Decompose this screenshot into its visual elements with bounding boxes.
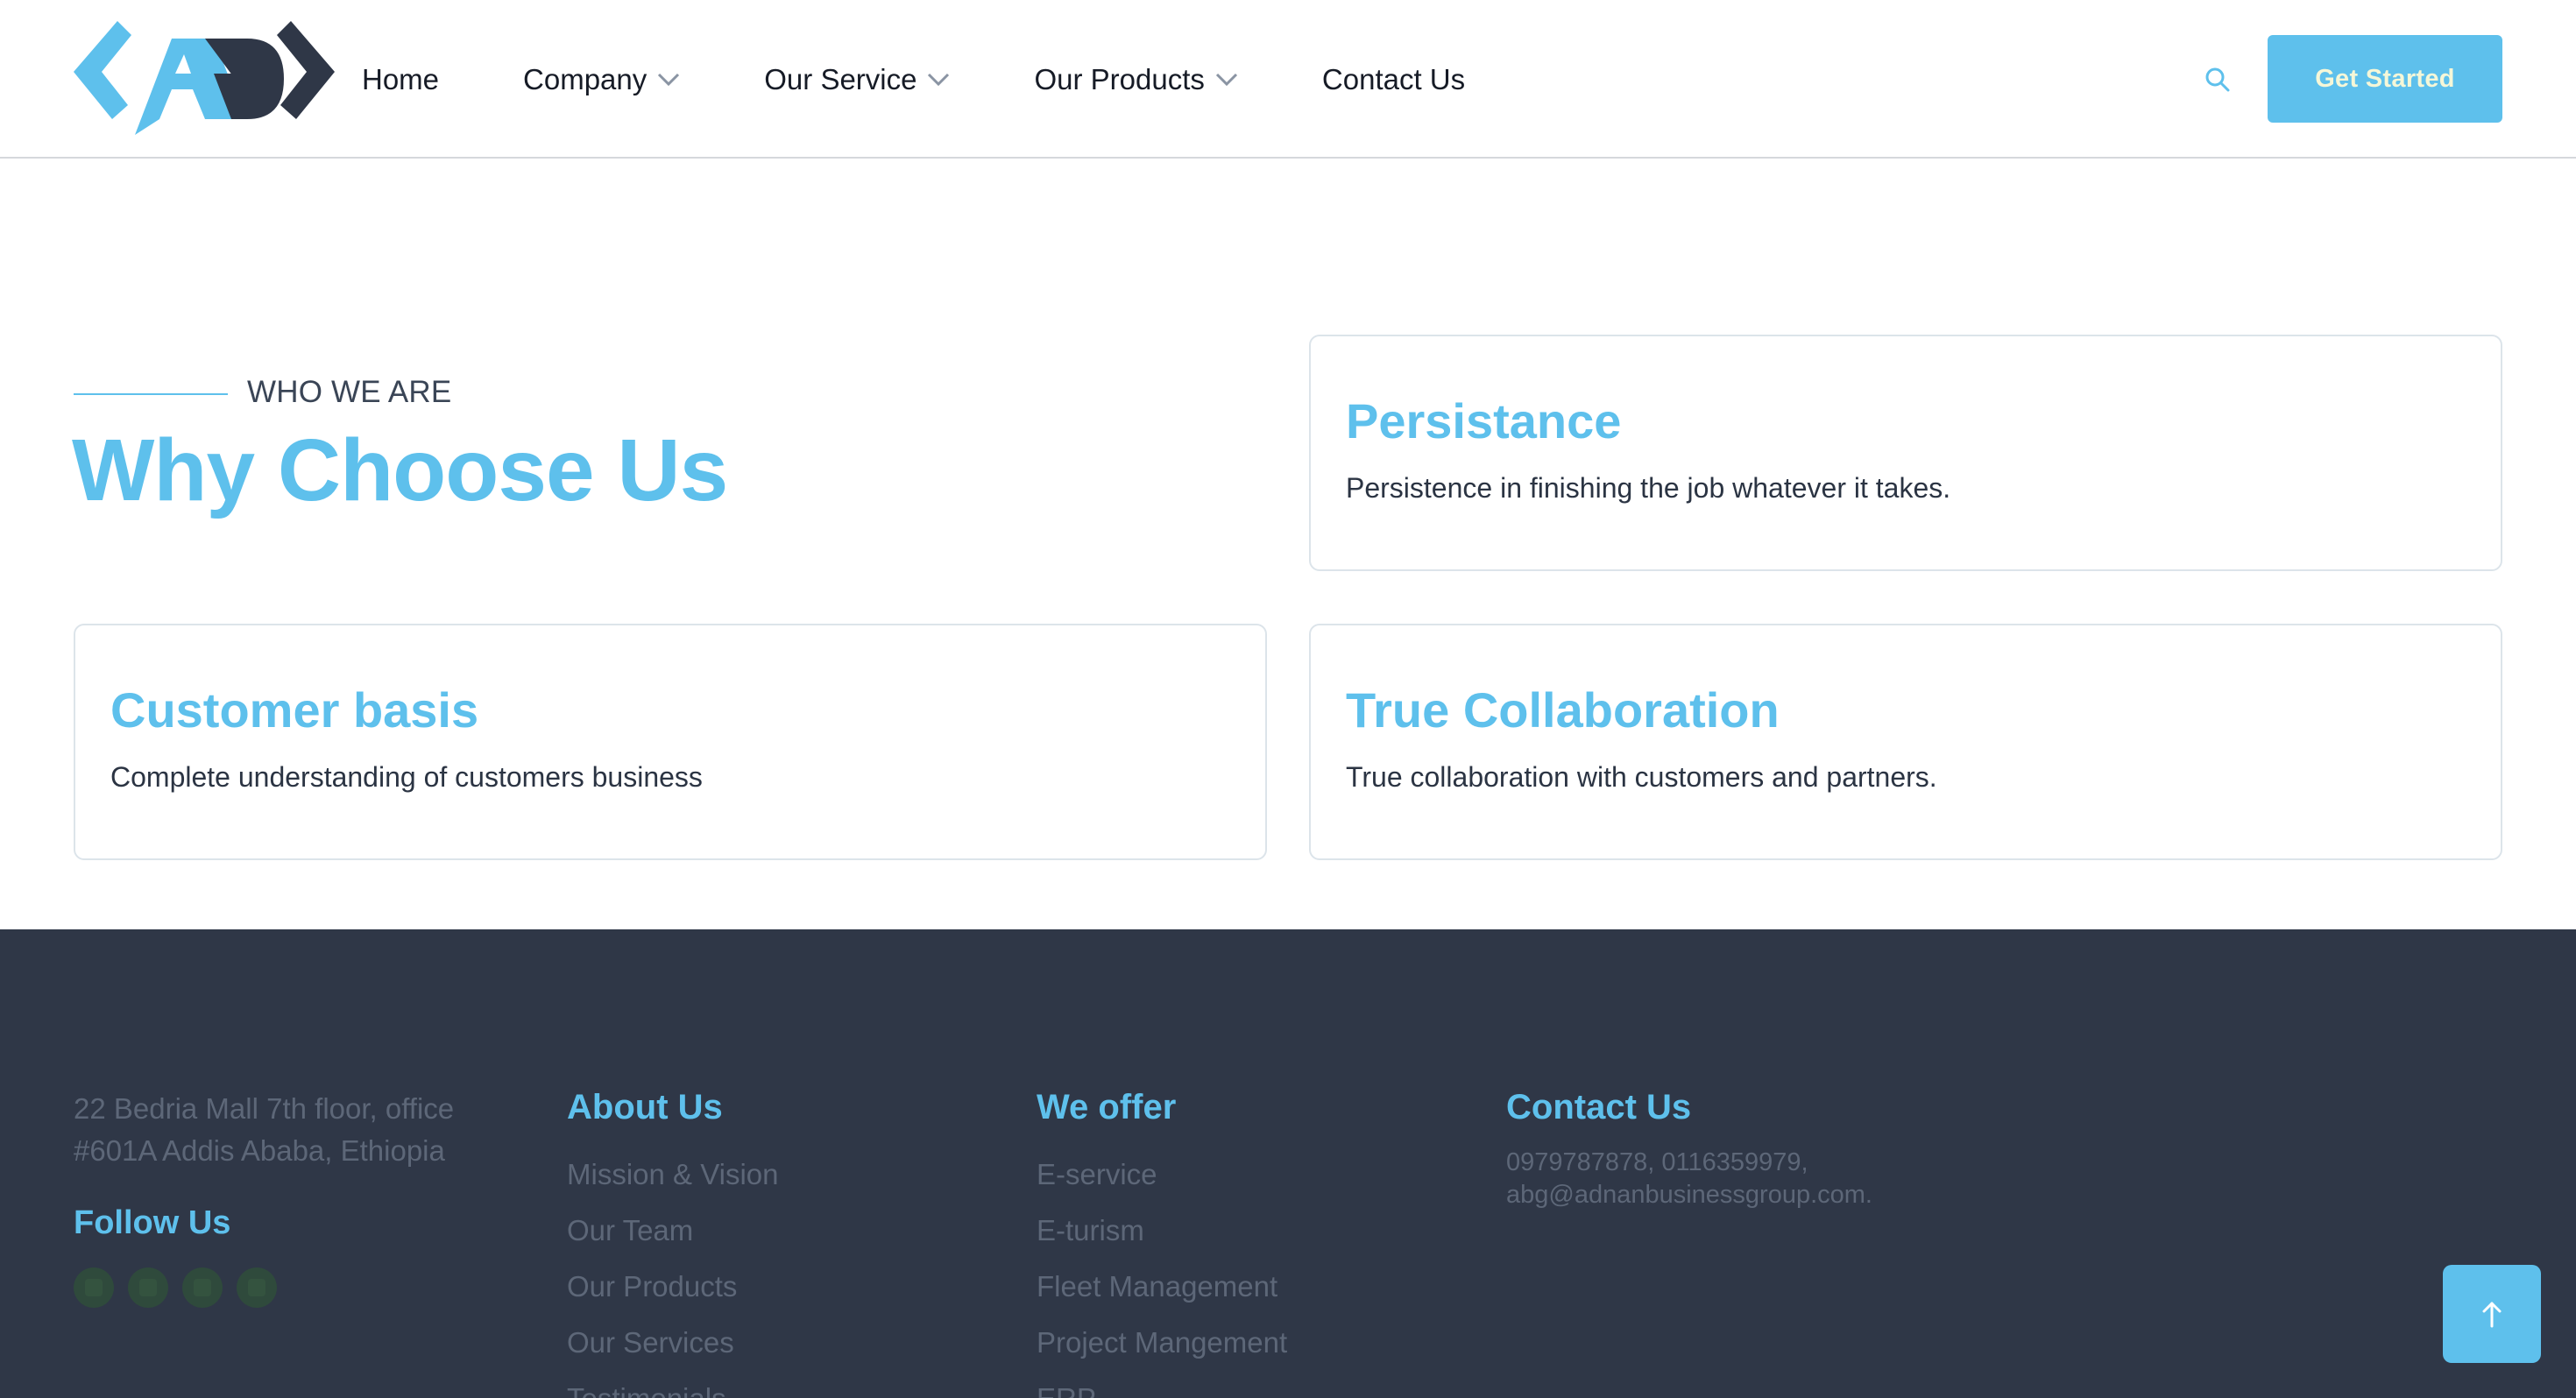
- nav-contact-us[interactable]: Contact Us: [1322, 63, 1465, 96]
- nav-company[interactable]: Company: [523, 63, 680, 96]
- nav-home-label: Home: [362, 62, 440, 95]
- feature-card-persistance: Persistance Persistence in finishing the…: [1309, 335, 2502, 571]
- company-logo[interactable]: [74, 21, 335, 137]
- contact-phones: 0979787878, 0116359979,: [1506, 1148, 1808, 1176]
- chevron-down-icon: [658, 73, 680, 86]
- nav-company-label: Company: [523, 62, 648, 95]
- site-header: Home Company Our Service Our Products Co…: [0, 0, 2576, 159]
- footer-link[interactable]: ERP: [1037, 1371, 1287, 1398]
- nav-contact-us-label: Contact Us: [1321, 62, 1466, 95]
- footer-address: 22 Bedria Mall 7th floor, office #601A A…: [74, 1088, 529, 1172]
- scroll-to-top-button[interactable]: [2443, 1265, 2541, 1363]
- feature-card-text: Complete understanding of customers busi…: [110, 761, 703, 793]
- footer-offer-title: We offer: [1037, 1088, 1177, 1126]
- social-links: [74, 1267, 291, 1308]
- footer-link[interactable]: Our Services: [567, 1315, 779, 1371]
- feature-card-text: True collaboration with customers and pa…: [1346, 761, 1937, 793]
- section-title: Why Choose Us: [72, 421, 728, 519]
- footer-column-contact: Contact Us 0979787878, 0116359979, abg@a…: [1506, 1088, 1872, 1211]
- follow-us-title: Follow Us: [74, 1204, 231, 1241]
- footer-column-offer: We offer E-service E-turism Fleet Manage…: [1037, 1088, 1287, 1398]
- feature-card-title: Persistance: [1346, 393, 1622, 448]
- footer-link[interactable]: Testimonials: [567, 1371, 779, 1398]
- feature-card-title: True Collaboration: [1346, 682, 1780, 738]
- chevron-down-icon: [928, 73, 950, 86]
- footer-link[interactable]: E-turism: [1037, 1203, 1287, 1259]
- site-footer: 22 Bedria Mall 7th floor, office #601A A…: [0, 929, 2576, 1398]
- search-icon[interactable]: [2203, 65, 2233, 95]
- eyebrow-divider: [74, 393, 228, 395]
- chevron-down-icon: [1215, 73, 1237, 86]
- nav-our-service-label: Our Service: [764, 62, 917, 95]
- footer-link[interactable]: Mission & Vision: [567, 1147, 779, 1203]
- main-nav: Home Company Our Service Our Products Co…: [362, 0, 1549, 159]
- linkedin-icon[interactable]: [237, 1267, 277, 1308]
- nav-home[interactable]: Home: [362, 63, 439, 96]
- footer-contact-title: Contact Us: [1506, 1088, 1692, 1126]
- footer-link[interactable]: Our Team: [567, 1203, 779, 1259]
- footer-link[interactable]: Our Products: [567, 1259, 779, 1315]
- address-line-1: 22 Bedria Mall 7th floor, office: [74, 1092, 455, 1125]
- footer-link[interactable]: Project Mangement: [1037, 1315, 1287, 1371]
- footer-column-about: About Us Mission & Vision Our Team Our P…: [567, 1088, 779, 1398]
- facebook-icon[interactable]: [74, 1267, 114, 1308]
- footer-link[interactable]: Fleet Management: [1037, 1259, 1287, 1315]
- contact-email[interactable]: abg@adnanbusinessgroup.com.: [1506, 1179, 1872, 1211]
- arrow-up-icon: [2482, 1302, 2502, 1328]
- footer-link[interactable]: E-service: [1037, 1147, 1287, 1203]
- twitter-icon[interactable]: [128, 1267, 168, 1308]
- feature-card-title: Customer basis: [110, 682, 479, 738]
- nav-our-service[interactable]: Our Service: [764, 63, 950, 96]
- feature-card-text: Persistence in finishing the job whateve…: [1346, 472, 1951, 504]
- feature-card-customer-basis: Customer basis Complete understanding of…: [74, 624, 1267, 860]
- address-line-2: #601A Addis Ababa, Ethiopia: [74, 1134, 445, 1167]
- instagram-icon[interactable]: [182, 1267, 223, 1308]
- nav-our-products-label: Our Products: [1034, 62, 1205, 95]
- footer-about-title: About Us: [567, 1088, 723, 1126]
- nav-our-products[interactable]: Our Products: [1034, 63, 1237, 96]
- feature-card-true-collaboration: True Collaboration True collaboration wi…: [1309, 624, 2502, 860]
- section-eyebrow: WHO WE ARE: [247, 375, 452, 409]
- get-started-button[interactable]: Get Started: [2268, 35, 2502, 123]
